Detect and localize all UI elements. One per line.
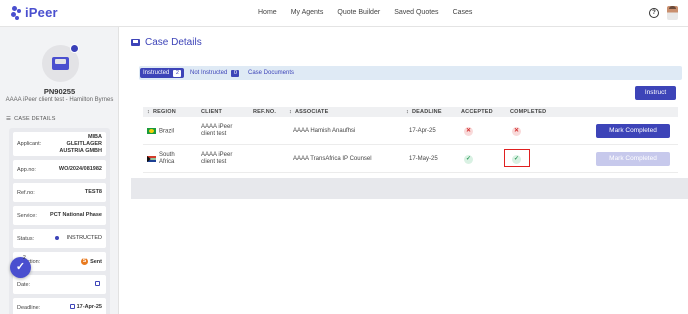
deadline-cell: 17-Apr-25 xyxy=(409,128,436,134)
status-dot-icon xyxy=(54,235,59,240)
direction-value: Sent xyxy=(90,258,102,265)
mark-completed-button: Mark Completed xyxy=(596,152,670,166)
nav-cases[interactable]: Cases xyxy=(453,9,473,16)
tab-count: 0 xyxy=(231,69,240,77)
detail-app-no: App.no: WO/2024/081982 xyxy=(13,160,106,179)
rejected-x-icon: ✕ xyxy=(464,127,473,136)
region-cell: Brazil xyxy=(147,128,174,136)
table-row: Brazil AAAA iPeer client test AAAA Hamis… xyxy=(143,118,678,145)
detail-label: Deadline: xyxy=(17,304,41,311)
tab-case-documents[interactable]: Case Documents xyxy=(245,68,297,78)
sort-icon[interactable]: ↕ xyxy=(147,109,150,115)
detail-value: PCT National Phase xyxy=(50,212,102,218)
case-id: PN90255 xyxy=(43,87,76,96)
user-avatar[interactable] xyxy=(667,6,678,20)
detail-value: WO/2024/081982 xyxy=(58,166,102,172)
status-value: INSTRUCTED xyxy=(66,235,102,241)
region-name: Brazil xyxy=(159,128,175,135)
header-deadline[interactable]: DEADLINE xyxy=(412,109,442,115)
tab-instructed[interactable]: Instructed 2 xyxy=(140,68,185,78)
tab-label: Instructed xyxy=(143,70,170,76)
case-details-card: Applicant: MIBA GLEITLAGER AUSTRIA GMBH … xyxy=(9,128,110,314)
detail-service: Service: PCT National Phase xyxy=(13,206,106,225)
case-details-heading: ☰ CASE DETAILS xyxy=(6,116,56,122)
mark-completed-button[interactable]: Mark Completed xyxy=(596,124,670,138)
inbox-icon xyxy=(131,39,140,46)
sort-icon[interactable]: ↕ xyxy=(289,109,292,115)
header-completed[interactable]: COMPLETED xyxy=(510,109,546,115)
case-avatar xyxy=(42,44,79,82)
sort-icon[interactable]: ↕ xyxy=(406,109,409,115)
brazil-flag-icon xyxy=(147,128,156,134)
instruct-button[interactable]: Instruct xyxy=(635,86,676,100)
deadline-value: 17-Apr-25 xyxy=(76,304,102,310)
detail-status: Status: INSTRUCTED xyxy=(13,229,106,248)
nav-saved-quotes[interactable]: Saved Quotes xyxy=(394,9,438,16)
header-ref-no[interactable]: REF.NO. xyxy=(253,109,276,115)
top-navbar: iPeer Home My Agents Quote Builder Saved… xyxy=(0,0,688,27)
nav-my-agents[interactable]: My Agents xyxy=(291,9,324,16)
detail-applicant: Applicant: MIBA GLEITLAGER AUSTRIA GMBH xyxy=(13,132,106,156)
content-footer-band xyxy=(131,178,688,199)
accepted-check-icon: ✓ xyxy=(464,155,473,164)
calendar-icon[interactable] xyxy=(95,281,100,287)
table-header: ↕ REGION CLIENT REF.NO. ↕ ASSOCIATE ↕ DE… xyxy=(143,107,678,117)
tab-label: Not Instructed xyxy=(190,70,228,76)
south-africa-flag-icon xyxy=(147,156,156,162)
rejected-x-icon: ✕ xyxy=(512,127,521,136)
status-dot-icon xyxy=(70,44,79,53)
associate-cell: AAAA TransAfrica IP Counsel xyxy=(293,156,372,162)
fab-badge: 2 xyxy=(23,255,26,261)
sent-icon: S xyxy=(81,257,89,265)
deadline-cell: 17-May-25 xyxy=(409,156,438,162)
client-cell: AAAA iPeer client test xyxy=(201,152,233,165)
detail-date: Date: xyxy=(13,275,106,294)
case-client-line: AAAA iPeer client test - Hamilton Byrnes xyxy=(5,97,114,103)
brand-name: iPeer xyxy=(25,5,58,20)
detail-label: Status: xyxy=(17,235,35,242)
case-tabs: Instructed 2 Not Instructed 0 Case Docum… xyxy=(139,66,682,80)
nav-quote-builder[interactable]: Quote Builder xyxy=(337,9,380,16)
region-name: South Africa xyxy=(159,152,175,165)
detail-value: TEST8 xyxy=(84,189,102,195)
brand-logo[interactable]: iPeer xyxy=(11,5,58,20)
help-chat-icon[interactable]: ? xyxy=(649,8,659,18)
header-region[interactable]: REGION xyxy=(153,109,176,115)
checklist-fab-button[interactable]: ✓ xyxy=(10,257,31,278)
tab-not-instructed[interactable]: Not Instructed 0 xyxy=(187,68,242,78)
page-title-text: Case Details xyxy=(145,37,202,48)
inbox-tray-icon xyxy=(52,57,69,70)
header-accepted[interactable]: ACCEPTED xyxy=(461,109,493,115)
detail-label: Service: xyxy=(17,212,37,219)
ipeer-logo-icon xyxy=(11,5,23,20)
calendar-icon xyxy=(69,304,75,310)
header-client[interactable]: CLIENT xyxy=(201,109,222,115)
detail-label: Ref.no: xyxy=(17,189,35,196)
table-row: South Africa AAAA iPeer client test AAAA… xyxy=(143,146,678,173)
detail-label: Date: xyxy=(17,281,31,288)
header-associate[interactable]: ASSOCIATE xyxy=(295,109,328,115)
detail-deadline: Deadline: 17-Apr-25 xyxy=(13,298,106,314)
detail-label: App.no: xyxy=(17,166,36,173)
detail-ref-no: Ref.no: TEST8 xyxy=(13,183,106,202)
main-nav: Home My Agents Quote Builder Saved Quote… xyxy=(258,9,486,16)
case-details-heading-label: CASE DETAILS xyxy=(14,116,56,122)
client-cell: AAAA iPeer client test xyxy=(201,124,233,137)
associates-table: ↕ REGION CLIENT REF.NO. ↕ ASSOCIATE ↕ DE… xyxy=(139,106,682,176)
tab-label: Case Documents xyxy=(248,70,295,76)
page-title: Case Details xyxy=(131,37,202,48)
region-cell: South Africa xyxy=(147,152,183,166)
tab-count: 2 xyxy=(173,69,182,77)
list-icon: ☰ xyxy=(6,116,12,122)
detail-label: Applicant: xyxy=(17,141,42,147)
detail-value: MIBA GLEITLAGER AUSTRIA GMBH xyxy=(59,133,102,154)
nav-home[interactable]: Home xyxy=(258,9,277,16)
highlight-box xyxy=(504,149,530,167)
associate-cell: AAAA Hamish Anaufhsi xyxy=(293,128,356,134)
